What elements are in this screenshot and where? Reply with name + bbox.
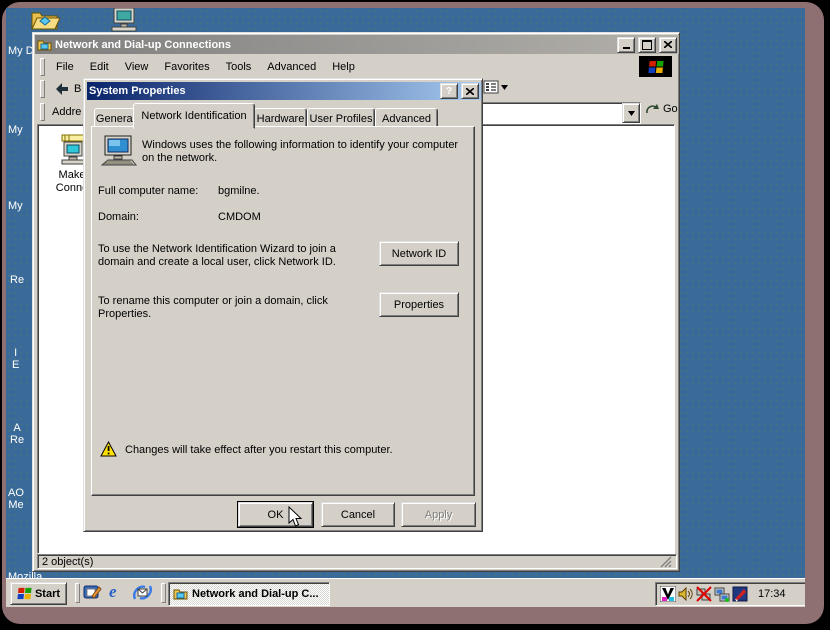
window-titlebar[interactable]: Network and Dial-up Connections	[35, 35, 679, 54]
chevron-down-icon	[501, 85, 508, 90]
help-button[interactable]: ?	[440, 83, 458, 99]
warning-icon	[100, 441, 117, 457]
desktop-label-my-network[interactable]: My	[8, 200, 23, 212]
warning-text: Changes will take effect after you resta…	[125, 444, 393, 456]
ok-button[interactable]: OK	[238, 502, 313, 527]
outlook-express-icon[interactable]	[133, 583, 152, 602]
my-computer-icon[interactable]	[110, 8, 138, 33]
go-button[interactable]: Go	[645, 102, 678, 115]
my-documents-icon[interactable]	[30, 8, 60, 31]
taskbar-separator-2[interactable]	[161, 583, 166, 603]
internet-explorer-icon[interactable]: e	[109, 582, 117, 602]
cancel-button[interactable]: Cancel	[321, 502, 395, 527]
views-button[interactable]	[483, 80, 508, 94]
task-button-network-connections[interactable]: Network and Dial-up C...	[168, 582, 330, 606]
show-desktop-icon[interactable]	[83, 583, 102, 602]
dialog-titlebar[interactable]: System Properties ?	[87, 82, 481, 100]
system-tray: 17:34	[655, 582, 805, 606]
desktop-label-recycle-bin[interactable]: Re	[10, 274, 24, 286]
full-computer-name-label: Full computer name:	[98, 185, 198, 197]
views-icon	[483, 80, 499, 94]
computer-icon	[98, 135, 138, 171]
toolbar-grip[interactable]	[40, 80, 45, 98]
network-tray-icon[interactable]	[714, 586, 730, 602]
vnc-tray-icon[interactable]	[660, 586, 676, 602]
properties-description: To rename this computer or join a domain…	[98, 295, 368, 321]
desktop-label-my-documents[interactable]: My D	[8, 45, 34, 57]
desktop-label-my-computer[interactable]: My	[8, 124, 23, 136]
system-properties-dialog: System Properties ? General Network Iden…	[83, 78, 483, 532]
desktop: My D My My Re I E A Re AO Me Mozilla Net…	[6, 8, 805, 607]
clock[interactable]: 17:34	[758, 588, 786, 600]
menu-advanced[interactable]: Advanced	[259, 59, 324, 75]
status-bar: 2 object(s)	[37, 554, 673, 569]
folder-window-icon	[173, 587, 188, 601]
apply-button[interactable]: Apply	[401, 502, 476, 527]
display-tray-icon[interactable]	[732, 586, 748, 602]
back-label: B	[74, 83, 81, 95]
status-text: 2 object(s)	[42, 556, 93, 568]
window-title: Network and Dial-up Connections	[55, 39, 614, 51]
minimize-button[interactable]	[617, 37, 635, 53]
go-label: Go	[663, 103, 678, 115]
start-button[interactable]: Start	[10, 582, 67, 605]
folder-window-icon	[37, 38, 52, 52]
back-button[interactable]: B	[48, 81, 87, 97]
address-label: Addre	[48, 106, 85, 118]
back-arrow-icon	[54, 82, 70, 96]
taskbar-separator[interactable]	[75, 583, 80, 603]
windows-logo-icon	[16, 587, 32, 600]
resize-grip[interactable]	[660, 556, 672, 568]
task-button-label: Network and Dial-up C...	[192, 588, 319, 600]
network-id-description: To use the Network Identification Wizard…	[98, 243, 368, 269]
go-arrow-icon	[645, 102, 660, 115]
start-label: Start	[35, 588, 60, 600]
domain-value: CMDOM	[218, 211, 261, 223]
network-disconnected-tray-icon[interactable]	[696, 586, 712, 602]
domain-label: Domain:	[98, 211, 139, 223]
network-id-button[interactable]: Network ID	[379, 241, 459, 266]
menu-edit[interactable]: Edit	[82, 59, 117, 75]
desktop-label-aol[interactable]: AO Me	[8, 487, 24, 511]
desktop-label-acrobat[interactable]: A Re	[10, 422, 24, 446]
menu-file[interactable]: File	[48, 59, 82, 75]
addressbar-grip[interactable]	[40, 103, 45, 121]
menu-view[interactable]: View	[117, 59, 157, 75]
volume-tray-icon[interactable]	[678, 586, 694, 602]
menu-tools[interactable]: Tools	[218, 59, 260, 75]
windows-throbber-icon	[639, 56, 672, 77]
full-computer-name-value: bgmilne.	[218, 185, 260, 197]
status-pane: 2 object(s)	[37, 554, 677, 569]
address-dropdown-button[interactable]	[622, 103, 640, 123]
menu-help[interactable]: Help	[324, 59, 363, 75]
maximize-button[interactable]	[638, 37, 656, 53]
tab-page: Windows uses the following information t…	[91, 126, 475, 496]
close-button[interactable]	[659, 37, 677, 53]
dialog-intro-text: Windows uses the following information t…	[142, 139, 467, 165]
tab-network-identification[interactable]: Network Identification	[133, 103, 255, 129]
dialog-close-button[interactable]	[461, 83, 479, 99]
menu-favorites[interactable]: Favorites	[156, 59, 217, 75]
menu-bar: File Edit View Favorites Tools Advanced …	[37, 56, 643, 77]
dialog-title: System Properties	[89, 85, 437, 97]
menubar-grip[interactable]	[40, 58, 45, 76]
taskbar: Start e Network and Dia	[6, 578, 805, 607]
desktop-label-internet-explorer[interactable]: I E	[12, 347, 19, 371]
properties-button[interactable]: Properties	[379, 292, 459, 317]
